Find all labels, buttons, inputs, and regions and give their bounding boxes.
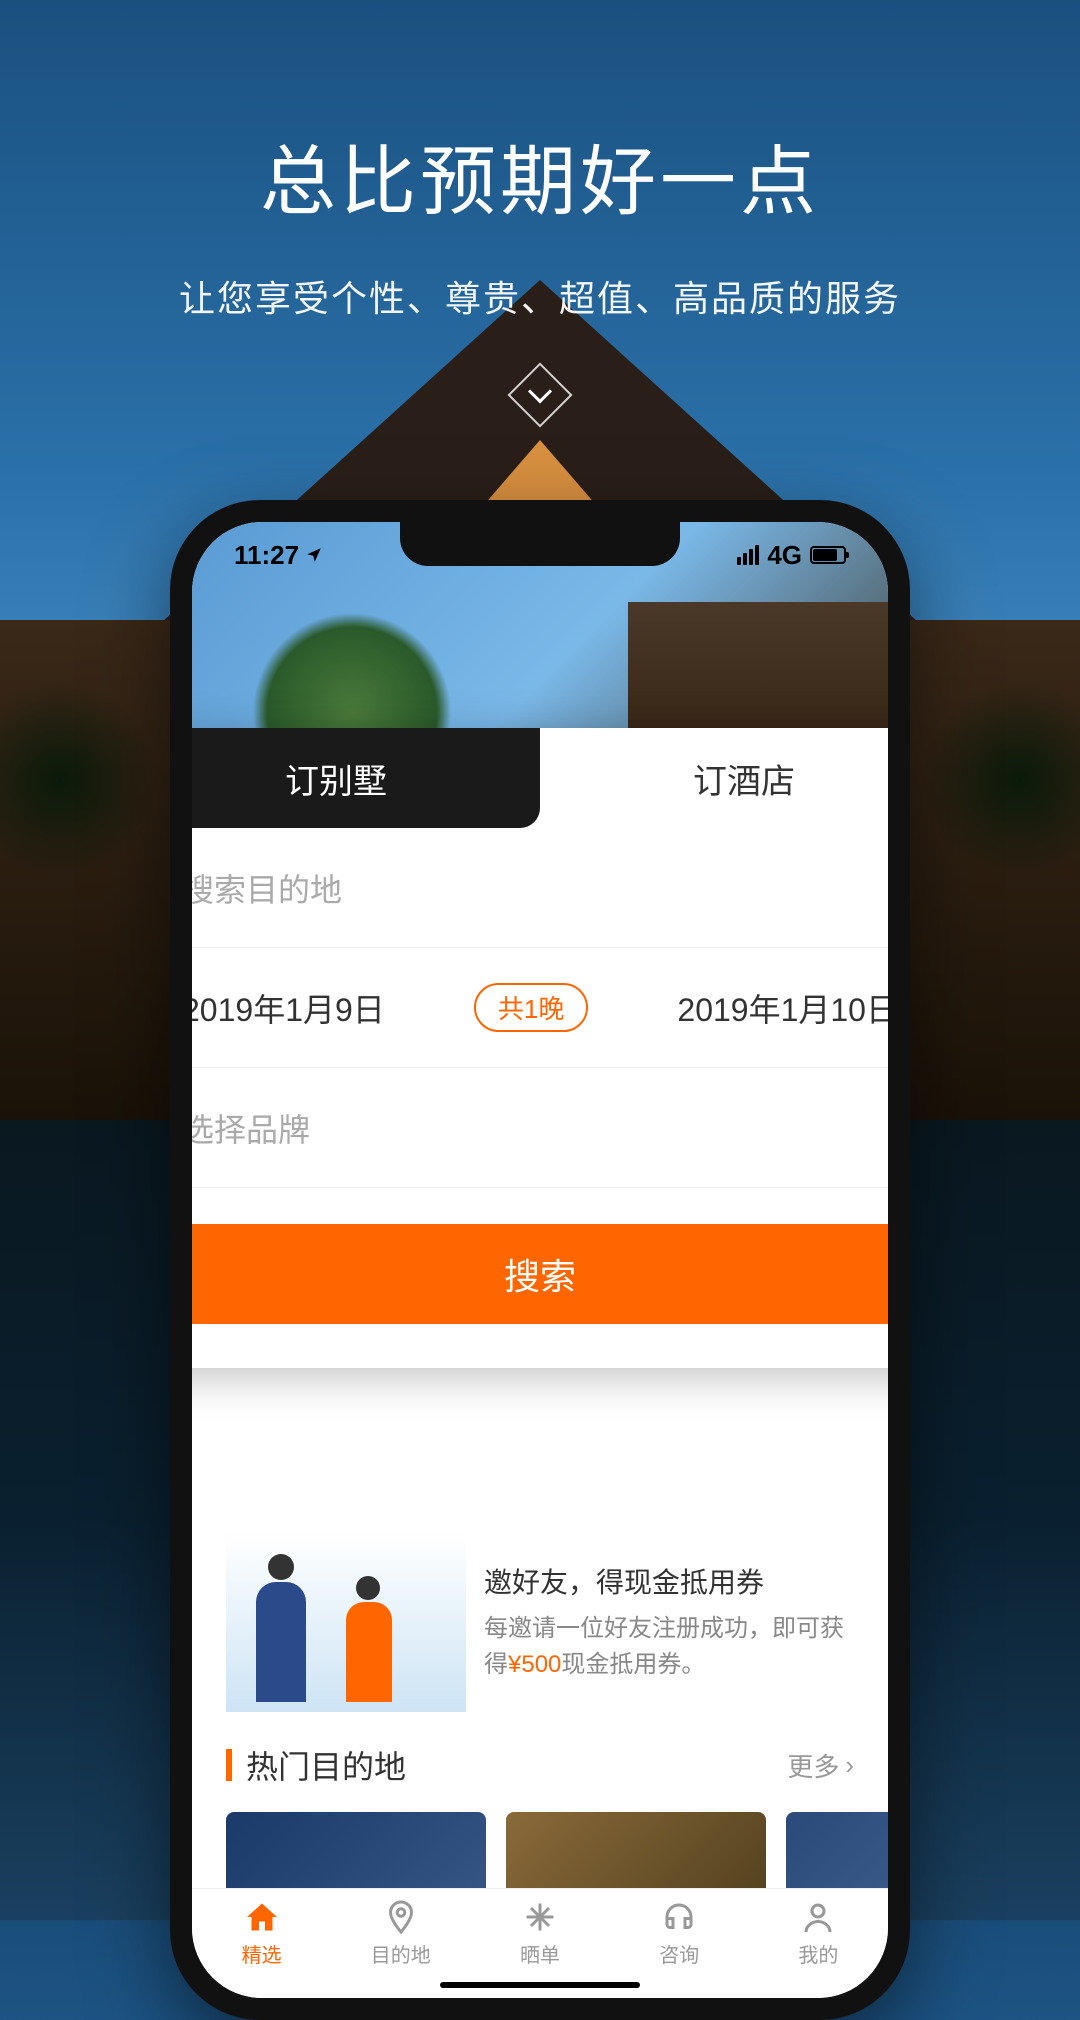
nav-destination[interactable]: 目的地 xyxy=(331,1889,470,1978)
section-header: 热门目的地 更多 › xyxy=(226,1742,854,1788)
location-arrow-icon xyxy=(305,540,323,571)
headset-icon xyxy=(661,1899,697,1935)
nav-consult[interactable]: 咨询 xyxy=(610,1889,749,1978)
nav-share[interactable]: 晒单 xyxy=(470,1889,609,1978)
phone-screen: 11:27 4G 订别墅 订酒店 搜索目的地 xyxy=(192,522,888,1998)
chevron-right-icon: › xyxy=(845,1750,854,1781)
section-accent-bar xyxy=(226,1749,232,1781)
brand-input[interactable]: 选择品牌 xyxy=(192,1068,888,1188)
nav-mine[interactable]: 我的 xyxy=(749,1889,888,1978)
promo-description: 每邀请一位好友注册成功，即可获得¥500现金抵用券。 xyxy=(484,1611,854,1683)
phone-mockup: 11:27 4G 订别墅 订酒店 搜索目的地 xyxy=(170,500,910,2020)
section-title: 热门目的地 xyxy=(246,1742,406,1788)
promo-title: 邀好友，得现金抵用券 xyxy=(484,1561,854,1601)
home-icon xyxy=(244,1899,280,1935)
nav-label: 精选 xyxy=(242,1939,282,1968)
pinwheel-icon xyxy=(522,1899,558,1935)
marketing-header: 总比预期好一点 让您享受个性、尊贵、超值、高品质的服务 xyxy=(0,0,1080,418)
status-network: 4G xyxy=(767,540,802,571)
destination-placeholder: 搜索目的地 xyxy=(192,865,342,911)
date-range-input[interactable]: 2019年1月9日 共1晚 2019年1月10日 xyxy=(192,948,888,1068)
nav-label: 我的 xyxy=(798,1939,838,1968)
checkin-date: 2019年1月9日 xyxy=(192,985,385,1031)
search-button[interactable]: 搜索 xyxy=(192,1224,888,1324)
marketing-title: 总比预期好一点 xyxy=(0,120,1080,230)
more-link[interactable]: 更多 › xyxy=(787,1747,854,1784)
promo-illustration xyxy=(226,1532,466,1712)
nav-label: 目的地 xyxy=(371,1939,431,1968)
promo-price: ¥500 xyxy=(508,1651,561,1678)
search-card: 订别墅 订酒店 搜索目的地 2019年1月9日 共1晚 2019年1月10日 选… xyxy=(192,728,888,1368)
tab-hotel[interactable]: 订酒店 xyxy=(540,728,888,828)
tab-villa[interactable]: 订别墅 xyxy=(192,728,540,828)
promo-banner[interactable]: 邀好友，得现金抵用券 每邀请一位好友注册成功，即可获得¥500现金抵用券。 xyxy=(226,1532,854,1712)
marketing-subtitle: 让您享受个性、尊贵、超值、高品质的服务 xyxy=(0,270,1080,322)
nav-label: 咨询 xyxy=(659,1939,699,1968)
nav-label: 晒单 xyxy=(520,1939,560,1968)
nav-featured[interactable]: 精选 xyxy=(192,1889,331,1978)
person-icon xyxy=(800,1899,836,1935)
location-pin-icon xyxy=(383,1899,419,1935)
battery-icon xyxy=(810,546,846,564)
search-tabs: 订别墅 订酒店 xyxy=(192,728,888,828)
brand-placeholder: 选择品牌 xyxy=(192,1105,310,1151)
status-time: 11:27 xyxy=(234,540,299,571)
checkout-date: 2019年1月10日 xyxy=(677,985,888,1031)
nights-badge: 共1晚 xyxy=(474,983,588,1032)
phone-notch xyxy=(400,522,680,566)
destination-input[interactable]: 搜索目的地 xyxy=(192,828,888,948)
signal-icon xyxy=(737,545,759,565)
home-indicator[interactable] xyxy=(440,1982,640,1988)
chevron-down-icon xyxy=(507,362,572,427)
